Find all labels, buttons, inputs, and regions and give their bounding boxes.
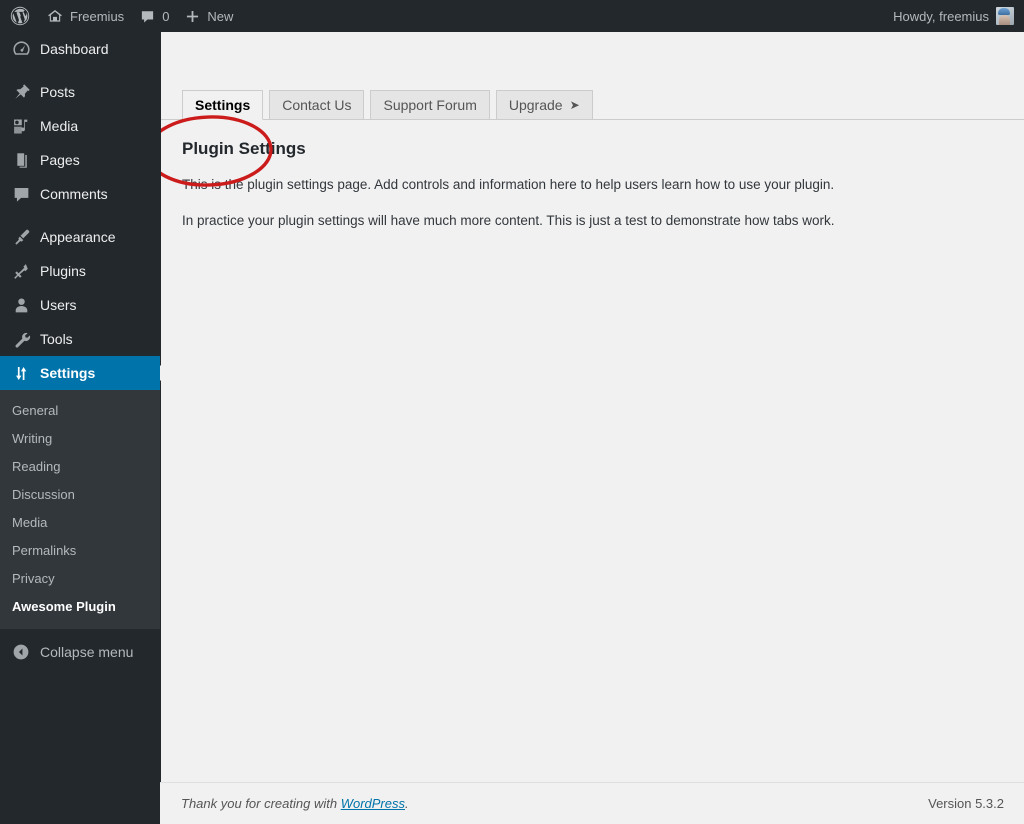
sidebar-item-pages[interactable]: Pages	[0, 143, 160, 177]
arrow-right-icon: ➤	[569, 98, 580, 112]
plus-icon	[185, 9, 200, 24]
sidebar-item-tools[interactable]: Tools	[0, 322, 160, 356]
main-content-area: Settings Contact Us Support Forum Upgrad…	[160, 32, 1024, 824]
tab-label: Support Forum	[383, 97, 477, 113]
sidebar-item-label: Posts	[40, 84, 76, 100]
comment-bubble-icon	[11, 184, 31, 204]
wordpress-link[interactable]: WordPress	[341, 796, 405, 811]
plug-icon	[11, 261, 31, 281]
paintbrush-icon	[11, 227, 31, 247]
collapse-menu-label: Collapse menu	[40, 644, 134, 660]
sidebar-item-settings[interactable]: Settings	[0, 356, 160, 390]
sidebar-item-label: Plugins	[40, 263, 86, 279]
sidebar-item-comments[interactable]: Comments	[0, 177, 160, 211]
site-name-button[interactable]: Freemius	[39, 0, 132, 32]
user-icon	[11, 295, 31, 315]
submenu-item-discussion[interactable]: Discussion	[0, 481, 160, 509]
media-icon	[11, 116, 31, 136]
sidebar-item-label: Comments	[40, 186, 108, 202]
sidebar-item-label: Users	[40, 297, 77, 313]
new-content-button[interactable]: New	[177, 0, 241, 32]
home-icon	[47, 8, 63, 24]
howdy-label: Howdy, freemius	[893, 8, 989, 24]
tab-label: Upgrade	[508, 97, 563, 113]
tab-settings[interactable]: Settings	[182, 90, 264, 120]
site-name-label: Freemius	[70, 8, 125, 24]
sidebar-item-users[interactable]: Users	[0, 288, 160, 322]
submenu-item-writing[interactable]: Writing	[0, 425, 160, 453]
submenu-item-media[interactable]: Media	[0, 509, 160, 537]
sidebar-separator	[0, 66, 160, 75]
tab-label: Settings	[195, 97, 251, 113]
submenu-item-permalinks[interactable]: Permalinks	[0, 537, 160, 565]
submenu-item-general[interactable]: General	[0, 397, 160, 425]
wordpress-version-label: Version 5.3.2	[928, 796, 1004, 811]
pin-icon	[11, 82, 31, 102]
sidebar-item-label: Pages	[40, 152, 80, 168]
tab-contact-us[interactable]: Contact Us	[269, 90, 365, 120]
admin-sidebar-menu: Dashboard Posts Media Pages Comments App…	[0, 32, 160, 824]
admin-bar: Freemius 0 New Howdy, freemius	[0, 0, 1024, 32]
sidebar-item-dashboard[interactable]: Dashboard	[0, 32, 160, 66]
tab-support-forum[interactable]: Support Forum	[370, 90, 490, 120]
comments-count: 0	[162, 8, 170, 24]
sidebar-item-appearance[interactable]: Appearance	[0, 220, 160, 254]
sidebar-separator	[0, 211, 160, 220]
sidebar-item-plugins[interactable]: Plugins	[0, 254, 160, 288]
sidebar-item-posts[interactable]: Posts	[0, 75, 160, 109]
sidebar-item-label: Media	[40, 118, 79, 134]
wrench-icon	[11, 329, 31, 349]
tab-label: Contact Us	[282, 97, 352, 113]
submenu-item-awesome-plugin[interactable]: Awesome Plugin	[0, 593, 160, 621]
sidebar-item-label: Tools	[40, 331, 73, 347]
new-content-label: New	[207, 8, 234, 24]
settings-description-1: This is the plugin settings page. Add co…	[182, 177, 835, 193]
settings-description-2: In practice your plugin settings will ha…	[182, 212, 835, 228]
my-account-button[interactable]: Howdy, freemius	[885, 0, 1016, 32]
admin-footer: Thank you for creating with WordPress. V…	[160, 782, 1024, 824]
footer-thanks-text: Thank you for creating with WordPress.	[181, 796, 409, 811]
sidebar-item-label: Appearance	[40, 229, 116, 245]
page-title: Plugin Settings	[182, 139, 306, 158]
admin-bar-right: Howdy, freemius	[885, 0, 1024, 32]
collapse-menu-button[interactable]: Collapse menu	[0, 635, 160, 669]
collapse-arrow-left-icon	[11, 642, 31, 662]
footer-thanks-suffix: .	[405, 796, 409, 811]
footer-thanks-prefix: Thank you for creating with	[181, 796, 341, 811]
settings-sliders-icon	[11, 363, 31, 383]
plugin-tab-nav: Settings Contact Us Support Forum Upgrad…	[161, 84, 1024, 187]
sidebar-primary-group: Dashboard Posts Media Pages Comments App…	[0, 32, 160, 390]
avatar	[996, 7, 1014, 25]
pages-icon	[11, 150, 31, 170]
sidebar-item-label: Dashboard	[40, 41, 109, 57]
comments-button[interactable]: 0	[132, 0, 177, 32]
comment-bubble-icon	[140, 9, 155, 24]
submenu-item-privacy[interactable]: Privacy	[0, 565, 160, 593]
sidebar-item-media[interactable]: Media	[0, 109, 160, 143]
wordpress-logo-button[interactable]	[0, 0, 39, 32]
collapse-menu-group: Collapse menu	[0, 629, 160, 669]
wordpress-logo-icon	[10, 6, 30, 26]
plugin-settings-panel: Plugin Settings This is the plugin setti…	[161, 120, 1024, 231]
sidebar-item-label: Settings	[40, 365, 96, 381]
dashboard-icon	[11, 39, 31, 59]
submenu-item-reading[interactable]: Reading	[0, 453, 160, 481]
settings-submenu: General Writing Reading Discussion Media…	[0, 390, 160, 629]
tab-upgrade[interactable]: Upgrade ➤	[495, 90, 593, 120]
